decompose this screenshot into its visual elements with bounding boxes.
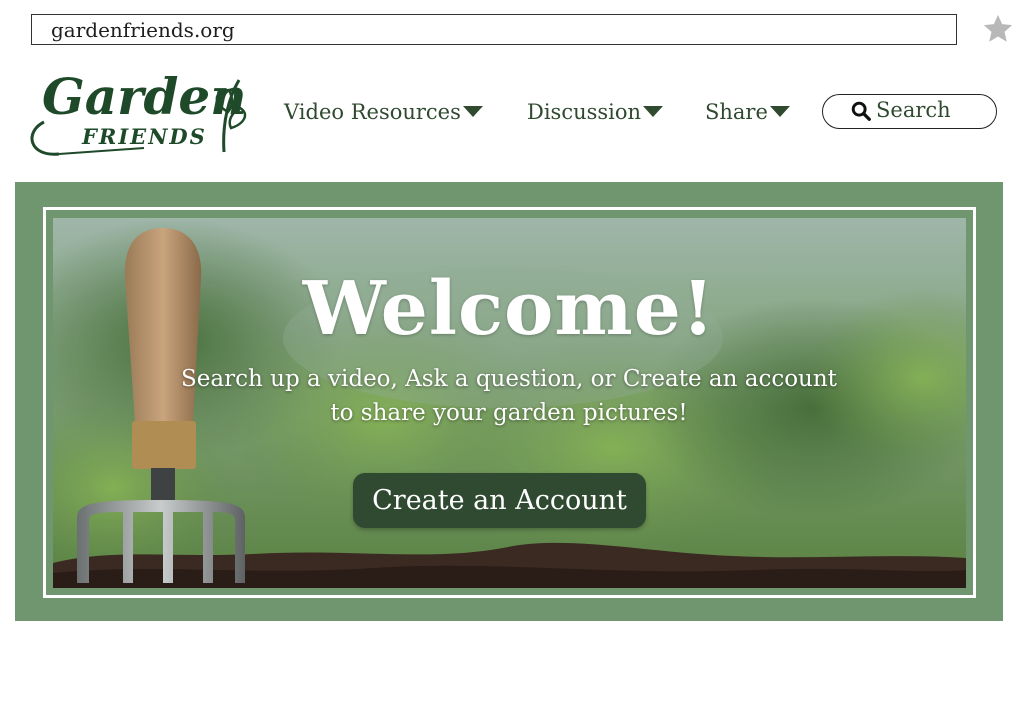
nav-item-label: Video Resources	[284, 100, 461, 124]
hero-banner: Welcome! Search up a video, Ask a questi…	[15, 182, 1003, 621]
site-logo[interactable]: Garden FRIENDS	[24, 62, 249, 162]
url-text: gardenfriends.org	[51, 17, 235, 42]
search-placeholder: Search	[876, 97, 951, 122]
hero-title: Welcome!	[302, 266, 716, 352]
hero-subtitle: Search up a video, Ask a question, or Cr…	[181, 366, 837, 426]
caret-down-icon	[643, 105, 664, 117]
create-account-button[interactable]: Create an Account	[353, 473, 646, 528]
logo-subtitle: FRIENDS	[81, 124, 207, 149]
star-icon[interactable]	[981, 12, 1015, 46]
nav-item-label: Share	[705, 100, 768, 124]
nav-share[interactable]: Share	[705, 96, 790, 128]
caret-down-icon	[462, 105, 483, 117]
nav-item-label: Discussion	[527, 100, 642, 124]
leaf-sprout-icon: Garden FRIENDS	[30, 67, 247, 156]
caret-down-icon	[769, 105, 790, 117]
url-bar[interactable]: gardenfriends.org	[31, 14, 957, 45]
search-icon	[851, 101, 871, 121]
nav-discussion[interactable]: Discussion	[527, 96, 664, 128]
nav-video-resources[interactable]: Video Resources	[284, 96, 483, 128]
search-input[interactable]: Search	[822, 94, 997, 129]
